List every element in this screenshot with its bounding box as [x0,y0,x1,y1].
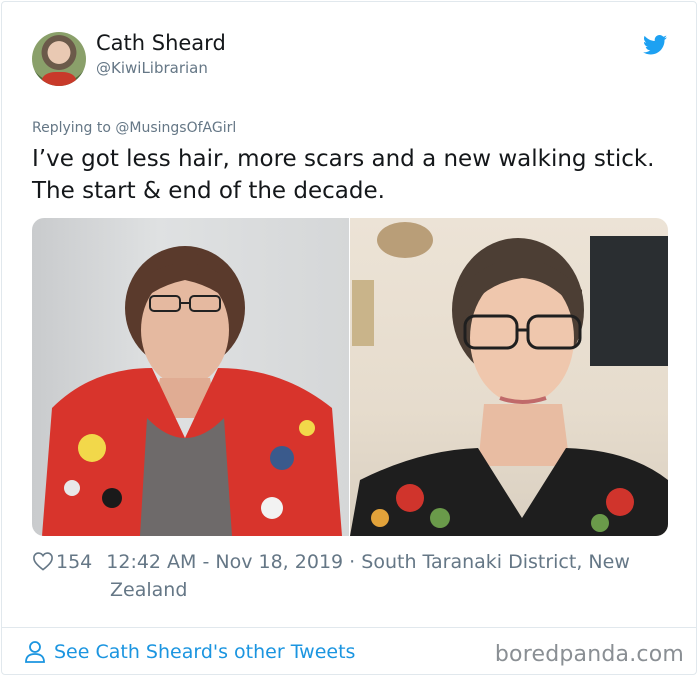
meta-separator: · [349,551,356,573]
replying-to[interactable]: Replying to @MusingsOfAGirl [32,120,236,136]
author-name[interactable]: Cath Sheard [96,31,226,55]
tweet-photo-before[interactable] [32,218,349,536]
see-other-tweets-label[interactable]: See Cath Sheard's other Tweets [54,641,355,663]
heart-icon[interactable] [32,551,54,571]
tweet-location[interactable]: South Taranaki District, New [361,551,630,573]
twitter-bird-icon[interactable] [643,34,667,56]
tweet-text: I’ve got less hair, more scars and a new… [32,146,655,204]
likes-count[interactable]: 154 [56,551,92,573]
tweet-timestamp[interactable]: 12:42 AM - Nov 18, 2019 [106,551,343,573]
boredpanda-watermark: boredpanda.com [494,642,684,667]
see-other-tweets-link[interactable]: See Cath Sheard's other Tweets [24,640,355,664]
footer-divider [1,627,697,628]
avatar[interactable] [32,32,86,86]
tweet-location-continued[interactable]: Zealand [32,576,672,604]
tweet-photo-after[interactable] [350,218,668,536]
tweet-meta: 154 12:42 AM - Nov 18, 2019 · South Taran… [32,548,672,604]
person-icon [25,641,45,663]
author-handle[interactable]: @KiwiLibrarian [96,59,208,77]
